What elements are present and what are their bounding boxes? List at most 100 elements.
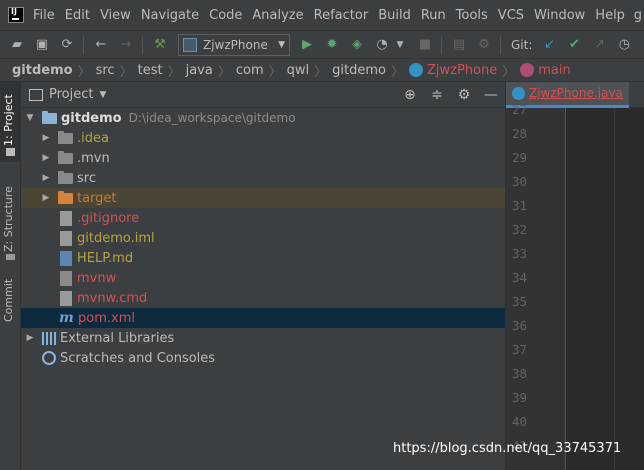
git-update-icon[interactable]: ↙ [541, 37, 557, 53]
tree-item-label: pom.xml [78, 310, 135, 326]
debug-icon[interactable]: ✹ [324, 37, 340, 53]
menu-build[interactable]: Build [378, 8, 411, 23]
line-number: 38 [512, 366, 528, 381]
stop-icon[interactable]: ■ [417, 37, 433, 53]
tree-item-idea[interactable]: ▶ .idea [21, 128, 505, 148]
menu-refactor[interactable]: Refactor [314, 8, 369, 23]
menu-vcs[interactable]: VCS [498, 8, 524, 23]
menu-tools[interactable]: Tools [456, 8, 488, 23]
profile-icon[interactable]: ◔ [374, 37, 390, 53]
menu-file[interactable]: File [33, 8, 55, 23]
chevron-right-icon[interactable]: ▶ [24, 333, 36, 343]
side-tab-project[interactable]: 1: Project [2, 94, 15, 146]
tree-item-mvn[interactable]: ▶ .mvn [21, 148, 505, 168]
tree-item-scratches[interactable]: Scratches and Consoles [21, 348, 505, 368]
tree-item-mvnw[interactable]: mvnw [21, 268, 505, 288]
locate-icon[interactable]: ⊕ [402, 87, 418, 103]
gear-icon[interactable]: ⚙ [456, 87, 472, 103]
line-number: 33 [512, 246, 528, 261]
coverage-icon[interactable]: ◈ [349, 37, 365, 53]
toolbar-separator [83, 35, 84, 54]
line-number: 35 [512, 294, 528, 309]
menu-code[interactable]: Code [209, 8, 242, 23]
project-panel-header: Project ▼ ⊕ ≑ ⚙ — [21, 82, 505, 108]
tree-item-pom[interactable]: m pom.xml [21, 308, 505, 328]
menu-view[interactable]: View [100, 8, 131, 23]
gutter-divider [565, 108, 566, 470]
tree-item-mvnw-cmd[interactable]: mvnw.cmd [21, 288, 505, 308]
git-history-icon[interactable]: ◷ [616, 37, 632, 53]
run-icon[interactable]: ▶ [299, 37, 315, 53]
root-path: D:\idea_workspace\gitdemo [128, 111, 296, 125]
tree-item-help-md[interactable]: HELP.md [21, 248, 505, 268]
chevron-right-icon[interactable]: ▶ [40, 153, 52, 163]
chevron-down-icon[interactable]: ▼ [24, 113, 36, 123]
breadcrumb-item[interactable]: src [96, 63, 115, 78]
breadcrumb-item[interactable]: ZjwzPhone [427, 63, 497, 78]
tree-item-label: .mvn [77, 150, 110, 166]
gitignore-file-icon [60, 210, 72, 226]
side-tab-structure[interactable]: Z: Structure [2, 186, 15, 252]
menu-navigate[interactable]: Navigate [141, 8, 199, 23]
git-push-icon[interactable]: ↗ [591, 37, 607, 53]
tree-item-label: Scratches and Consoles [60, 350, 216, 366]
run-config-select[interactable]: ZjwzPhone ▼ [178, 33, 290, 56]
settings-icon[interactable]: ⚙ [476, 37, 492, 53]
chevron-down-icon[interactable]: ▼ [99, 90, 106, 100]
sync-icon[interactable]: ⟳ [59, 37, 75, 53]
line-number: 36 [512, 318, 528, 333]
git-label: Git: [511, 37, 533, 52]
java-class-icon [408, 63, 423, 77]
git-commit-icon[interactable]: ✔ [566, 37, 582, 53]
side-tab-commit[interactable]: Commit [2, 279, 15, 322]
tree-item-external-libraries[interactable]: ▶ External Libraries [21, 328, 505, 348]
breadcrumb-item[interactable]: main [538, 63, 570, 78]
line-number: 30 [512, 174, 528, 189]
chevron-right-icon[interactable]: ▶ [40, 173, 52, 183]
tree-root[interactable]: ▼ gitdemo D:\idea_workspace\gitdemo [21, 108, 505, 128]
project-structure-icon[interactable]: ▤ [451, 37, 467, 53]
breadcrumb-item[interactable]: java [186, 63, 213, 78]
menu-window[interactable]: Window [534, 8, 585, 23]
back-arrow-icon[interactable]: ← [93, 37, 109, 53]
run-config-label: ZjwzPhone [203, 37, 268, 52]
menu-help[interactable]: Help [595, 8, 625, 23]
breadcrumb-separator: 〉 [502, 64, 516, 80]
project-panel-title[interactable]: Project [49, 87, 93, 102]
tree-item-target[interactable]: ▶ target [21, 188, 505, 208]
scratches-icon [42, 351, 56, 365]
chevron-right-icon[interactable]: ▶ [40, 193, 52, 203]
module-folder-icon [42, 110, 57, 124]
tree-item-label: src [77, 170, 96, 186]
breadcrumb-separator: 〉 [314, 64, 328, 80]
collapse-all-icon[interactable]: ≑ [429, 87, 445, 103]
tree-item-label: mvnw.cmd [77, 290, 148, 306]
hide-icon[interactable]: — [483, 87, 499, 103]
project-tree: ▼ gitdemo D:\idea_workspace\gitdemo ▶ .i… [21, 108, 505, 368]
breadcrumb-item[interactable]: gitdemo [12, 63, 73, 78]
open-folder-icon[interactable]: ▰ [9, 37, 25, 53]
breadcrumb-item[interactable]: gitdemo [332, 63, 386, 78]
shell-script-icon [60, 270, 72, 286]
breadcrumb-item[interactable]: com [236, 63, 264, 78]
forward-arrow-icon[interactable]: → [118, 37, 134, 53]
editor-area: ZjwzPhone.java 27 28 29 30 31 32 33 34 35 36 37 38 3… [505, 81, 644, 470]
tree-item-iml[interactable]: gitdemo.iml [21, 228, 505, 248]
method-icon [520, 63, 535, 77]
tree-item-gitignore[interactable]: .gitignore [21, 208, 505, 228]
breadcrumb-item[interactable]: test [138, 63, 163, 78]
chevron-right-icon[interactable]: ▶ [40, 133, 52, 143]
toolbar-separator [441, 35, 442, 54]
menu-title-truncated: g [633, 7, 642, 23]
breadcrumb-item[interactable]: qwl [287, 63, 310, 78]
menu-run[interactable]: Run [421, 8, 446, 23]
save-icon[interactable]: ▣ [34, 37, 50, 53]
menu-analyze[interactable]: Analyze [252, 8, 303, 23]
menu-edit[interactable]: Edit [65, 8, 90, 23]
tree-item-src[interactable]: ▶ src [21, 168, 505, 188]
root-name: gitdemo [61, 110, 122, 126]
right-margin-guide [614, 108, 615, 470]
line-number: 27 [512, 102, 528, 117]
more-run-options-icon[interactable]: ▼ [392, 37, 408, 53]
build-hammer-icon[interactable]: ⚒ [152, 37, 168, 53]
